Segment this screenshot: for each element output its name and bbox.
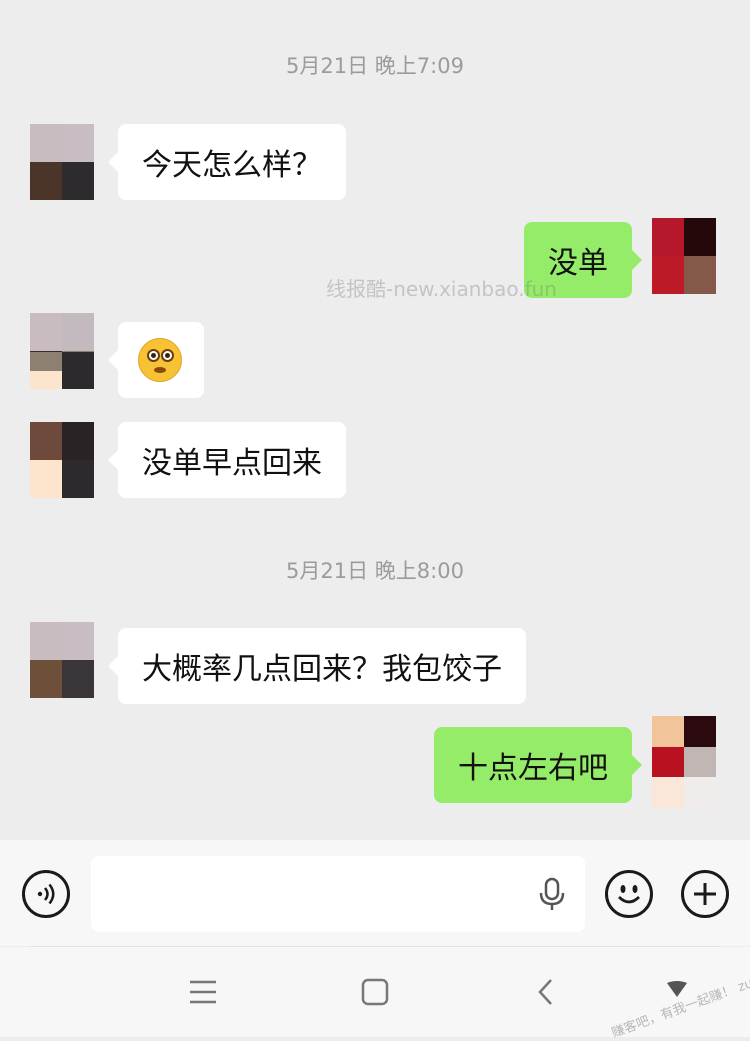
- avatar[interactable]: [30, 124, 94, 200]
- watermark-text: 线报酷-new.xianbao.fun: [326, 277, 557, 301]
- emoji-button[interactable]: [605, 870, 653, 918]
- message-bubble[interactable]: [108, 322, 204, 398]
- microphone-icon: [539, 877, 565, 910]
- avatar[interactable]: [30, 622, 94, 698]
- message-text: 没单早点回来: [142, 446, 322, 481]
- add-button[interactable]: [681, 870, 729, 918]
- back-icon: [538, 979, 552, 1005]
- avatar[interactable]: [30, 422, 94, 498]
- avatar-lower: [30, 352, 94, 389]
- message-input[interactable]: [91, 856, 585, 932]
- menu-button[interactable]: [178, 967, 228, 1017]
- message-text: 今天怎么样？: [142, 148, 322, 183]
- timestamp: 5月21日 晚上7:09: [286, 54, 464, 78]
- menu-icon: [190, 980, 216, 1004]
- voice-button[interactable]: [22, 870, 70, 918]
- avatar[interactable]: [652, 218, 716, 294]
- message-bubble[interactable]: 今天怎么样？: [108, 124, 346, 200]
- timestamp: 5月21日 晚上8:00: [286, 559, 464, 583]
- home-button[interactable]: [350, 967, 400, 1017]
- input-bar: [0, 840, 750, 946]
- message-bubble[interactable]: 十点左右吧: [434, 727, 642, 803]
- back-button[interactable]: [521, 967, 571, 1017]
- message-bubble[interactable]: 没单早点回来: [108, 422, 346, 498]
- home-icon: [361, 978, 389, 1006]
- avatar[interactable]: [652, 716, 716, 808]
- plus-icon: [694, 883, 716, 905]
- message-bubble[interactable]: 大概率几点回来？我包饺子: [108, 628, 526, 704]
- message-text: 大概率几点回来？我包饺子: [142, 652, 502, 687]
- message-text: 没单: [548, 246, 608, 281]
- voice-icon: [37, 883, 55, 905]
- astonished-emoji-icon: [138, 338, 182, 382]
- chat-area[interactable]: 5月21日 晚上7:09 今天怎么样？ 没单 线报酷-new.xianbao.f…: [0, 0, 750, 840]
- microphone-button[interactable]: [535, 876, 569, 912]
- message-text: 十点左右吧: [458, 751, 608, 786]
- smiley-icon: [618, 885, 640, 904]
